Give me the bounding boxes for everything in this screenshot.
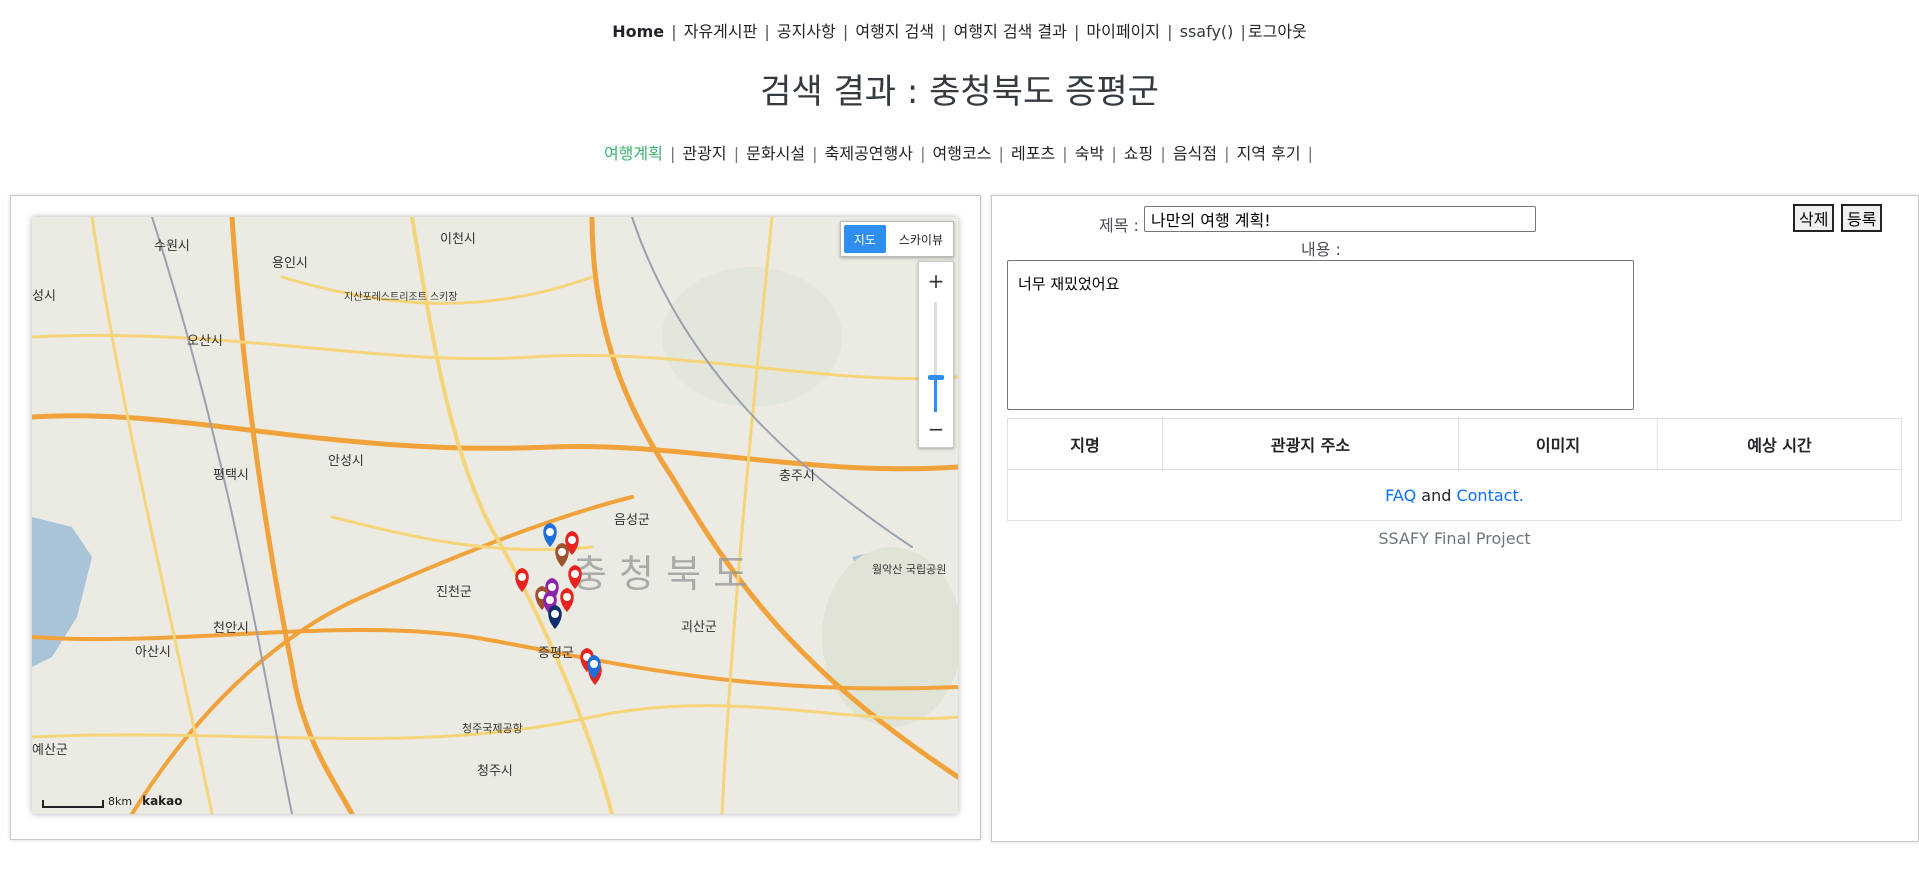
map-label: 용인시 — [272, 256, 308, 271]
nav-notice[interactable]: 공지사항 — [777, 22, 836, 41]
separator: | — [842, 22, 849, 41]
and-text: and — [1421, 485, 1452, 505]
separator: | — [812, 144, 818, 163]
register-button[interactable]: 등록 — [1841, 204, 1883, 232]
map-panel: 수원시 용인시 이천시 오산시 평택시 안성시 충주시 음성군 진천군 천안시 … — [10, 195, 981, 840]
column-header-name: 지명 — [1007, 418, 1163, 470]
nav-travel-search[interactable]: 여행지 검색 — [855, 22, 934, 41]
plan-panel: 제목 : 삭제 등록 내용 : 너무 재밌었어요 지명 관광지 주소 이미지 예… — [991, 195, 1919, 842]
map-mountain — [662, 267, 842, 407]
separator: | — [1160, 144, 1166, 163]
map-label: 청주국제공항 — [462, 722, 523, 735]
map-label: 천안시 — [213, 621, 249, 636]
separator: | — [1167, 22, 1173, 41]
zoom-in-button[interactable]: + — [919, 266, 953, 296]
title-label: 제목 : — [1099, 216, 1139, 235]
map-label: 청주시 — [477, 764, 513, 779]
nav-user: ssafy() — [1179, 22, 1234, 41]
separator: | — [733, 144, 740, 163]
tab-travel-plan[interactable]: 여행계획 — [604, 144, 663, 163]
content-label: 내용 : — [1301, 240, 1341, 259]
table-footer-cell: FAQ and Contact. — [1007, 469, 1902, 521]
faq-link[interactable]: FAQ — [1385, 486, 1416, 505]
tab-festival[interactable]: 축제공연행사 — [825, 144, 913, 163]
nav-mypage[interactable]: 마이페이지 — [1086, 22, 1160, 41]
tab-shopping[interactable]: 쇼핑 — [1124, 144, 1153, 163]
separator: | — [1224, 144, 1230, 163]
content-textarea[interactable]: 너무 재밌었어요 — [1007, 260, 1634, 410]
map-label: 아산시 — [135, 645, 171, 660]
tab-lodging[interactable]: 숙박 — [1075, 144, 1104, 163]
map-label: 성시 — [32, 289, 56, 304]
nav-logout[interactable]: 로그아웃 — [1248, 22, 1307, 41]
scale-label: 8km — [108, 795, 133, 808]
map-type-map-button[interactable]: 지도 — [843, 225, 886, 253]
contact-link[interactable]: Contact. — [1456, 486, 1523, 505]
nav-home[interactable]: Home — [612, 22, 664, 41]
separator: | — [941, 22, 947, 41]
map-label: 충주시 — [779, 469, 815, 484]
map-label: 음성군 — [614, 513, 650, 528]
separator: | — [1111, 144, 1117, 163]
map-scale: 8km kakao — [42, 794, 183, 808]
table-row: FAQ and Contact. — [1007, 469, 1902, 521]
separator: | — [1307, 144, 1314, 163]
separator: | — [764, 22, 770, 41]
separator: | — [1240, 22, 1246, 41]
map-label: 안성시 — [328, 454, 364, 469]
separator: | — [671, 22, 677, 41]
map-type-toggle: 지도 스카이뷰 — [839, 221, 954, 257]
column-header-image: 이미지 — [1458, 418, 1658, 470]
separator: | — [1062, 144, 1068, 163]
zoom-control: + − — [918, 261, 954, 448]
province-label: 충 청 북 도 — [572, 552, 748, 596]
plan-table: 지명 관광지 주소 이미지 예상 시간 FAQ and Contact. — [1007, 418, 1902, 521]
separator: | — [1073, 22, 1080, 41]
map-canvas[interactable]: 수원시 용인시 이천시 오산시 평택시 안성시 충주시 음성군 진천군 천안시 … — [32, 217, 958, 814]
footer-text: SSAFY Final Project — [1378, 529, 1531, 548]
kakao-map[interactable]: 수원시 용인시 이천시 오산시 평택시 안성시 충주시 음성군 진천군 천안시 … — [32, 217, 958, 814]
map-label: 증평군 — [538, 646, 574, 661]
map-label: 수원시 — [154, 239, 190, 254]
map-label: 예산군 — [32, 743, 68, 758]
column-header-time: 예상 시간 — [1657, 418, 1902, 470]
map-label: 진천군 — [436, 585, 472, 600]
map-label: 지산포레스트리조트 스키장 — [344, 291, 458, 303]
tab-culture[interactable]: 문화시설 — [746, 144, 805, 163]
delete-button[interactable]: 삭제 — [1793, 204, 1835, 232]
map-label: 괴산군 — [681, 620, 717, 635]
kakao-logo: kakao — [142, 794, 183, 808]
tab-course[interactable]: 여행코스 — [933, 144, 992, 163]
separator: | — [669, 144, 676, 163]
zoom-slider-fill — [934, 377, 937, 412]
table-header-row: 지명 관광지 주소 이미지 예상 시간 — [1007, 418, 1902, 470]
separator: | — [998, 144, 1004, 163]
scale-bar — [42, 800, 104, 808]
tab-region-review[interactable]: 지역 후기 — [1237, 144, 1301, 163]
column-header-address: 관광지 주소 — [1162, 418, 1459, 470]
page-title: 검색 결과 : 충청북도 증평군 — [760, 72, 1159, 112]
top-nav: Home | 자유게시판 | 공지사항 | 여행지 검색 | 여행지 검색 결과… — [0, 18, 1919, 42]
map-label: 오산시 — [187, 334, 223, 349]
map-type-skyview-button[interactable]: 스카이뷰 — [889, 222, 953, 256]
category-nav: 여행계획 | 관광지 | 문화시설 | 축제공연행사 | 여행코스 | 레포츠 … — [0, 140, 1919, 164]
tab-leports[interactable]: 레포츠 — [1011, 144, 1055, 163]
zoom-slider-handle[interactable] — [928, 375, 944, 380]
map-label: 평택시 — [213, 468, 249, 483]
map-label: 이천시 — [440, 232, 476, 247]
tab-restaurant[interactable]: 음식점 — [1173, 144, 1217, 163]
title-input[interactable] — [1144, 206, 1536, 232]
nav-free-board[interactable]: 자유게시판 — [684, 22, 758, 41]
zoom-out-button[interactable]: − — [919, 414, 953, 444]
tab-attractions[interactable]: 관광지 — [682, 144, 726, 163]
separator: | — [920, 144, 926, 163]
map-label: 월악산 국립공원 — [872, 563, 946, 576]
nav-travel-search-result[interactable]: 여행지 검색 결과 — [954, 22, 1067, 41]
